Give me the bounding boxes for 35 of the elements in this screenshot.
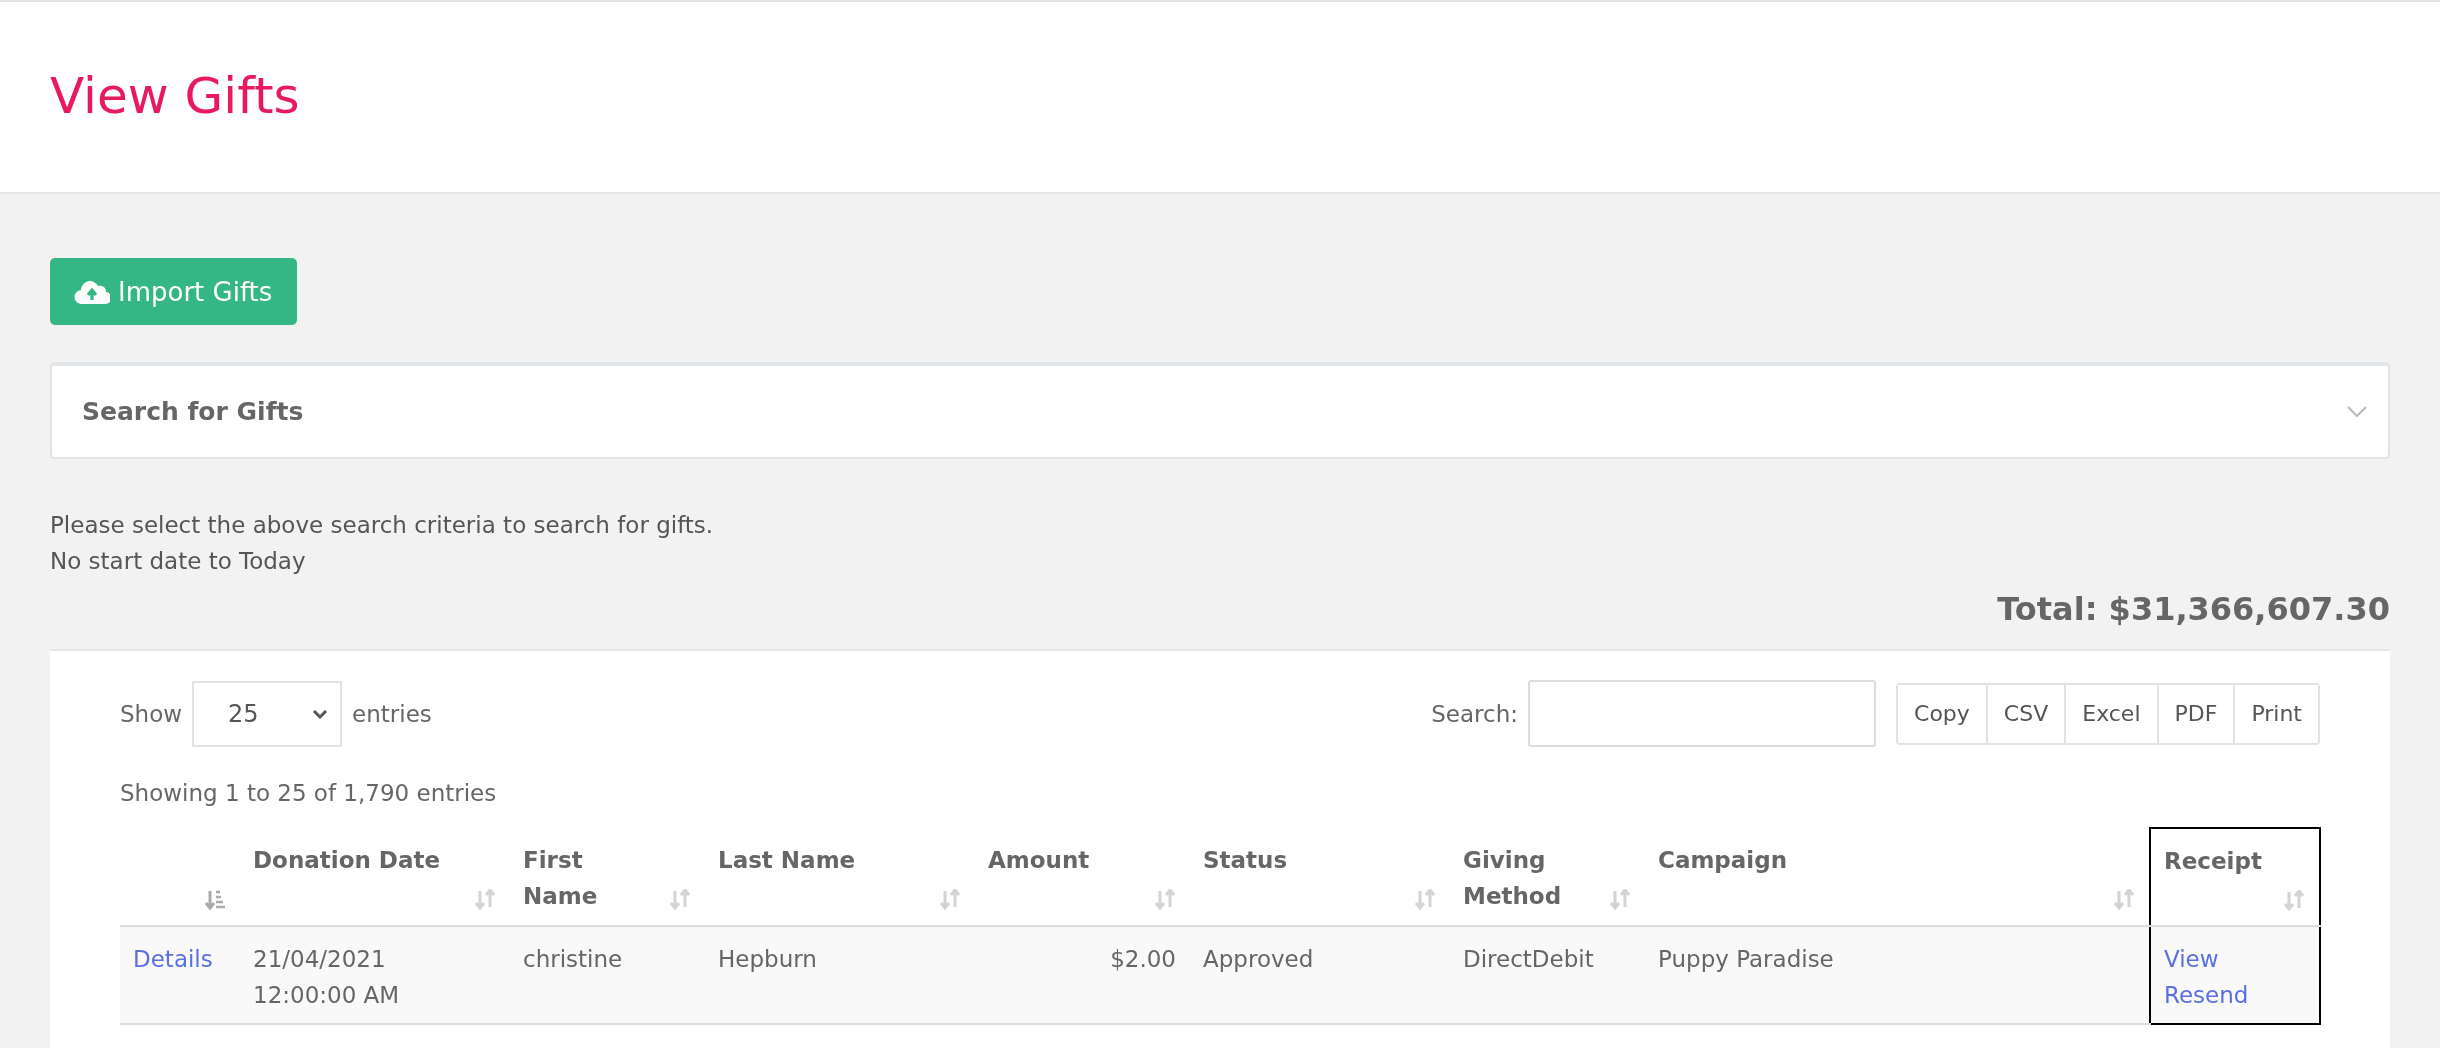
table-cell: $2.00	[975, 926, 1190, 1024]
entries-dropdown[interactable]: 25	[192, 680, 343, 747]
table-cell: 21/04/2021 12:00:00 AM	[240, 926, 510, 1024]
show-label: Show	[120, 700, 183, 727]
sort-icon[interactable]	[475, 889, 496, 910]
sort-icon[interactable]	[2114, 889, 2135, 910]
sort-icon[interactable]	[1415, 889, 1436, 910]
chevron-icon[interactable]	[2346, 404, 2368, 419]
sort-icon[interactable]	[1155, 889, 1176, 910]
sort-icon[interactable]	[940, 889, 961, 910]
table-link[interactable]: Resend	[2164, 977, 2249, 1013]
info-text: Please select the above search criteria to search for gifts.	[50, 512, 714, 538]
sort-icon[interactable]	[670, 889, 691, 910]
table-cell: DirectDebit	[1450, 926, 1645, 1024]
table-link[interactable]: View	[2164, 941, 2219, 977]
export-button[interactable]: Print	[2233, 684, 2318, 743]
search-field[interactable]	[1528, 680, 1877, 747]
table-cell: Approved	[1190, 926, 1450, 1024]
sort-descending-icon[interactable]	[205, 889, 226, 910]
search-label: Search:	[1431, 700, 1519, 727]
entries-label: entries	[352, 700, 432, 727]
table-cell: Puppy Paradise	[1645, 926, 2150, 1024]
page-title: View Gifts	[50, 66, 300, 126]
sort-icon[interactable]	[1610, 889, 1631, 910]
panel-title: Search for Gifts	[82, 397, 304, 426]
table-cell: christine	[510, 926, 705, 1024]
chevron-down-icon	[312, 708, 329, 719]
total-amount: Total: $31,366,607.30	[1997, 589, 2390, 629]
cloud-upload-icon	[74, 278, 110, 305]
info-text: No start date to Today	[50, 548, 306, 574]
table-cell: Hepburn	[705, 926, 975, 1024]
column-header[interactable]: Receipt	[2150, 828, 2320, 926]
table-info: Showing 1 to 25 of 1,790 entries	[120, 780, 497, 806]
sort-icon[interactable]	[2284, 890, 2305, 911]
search-panel-header[interactable]: Search for Gifts	[50, 362, 2390, 459]
